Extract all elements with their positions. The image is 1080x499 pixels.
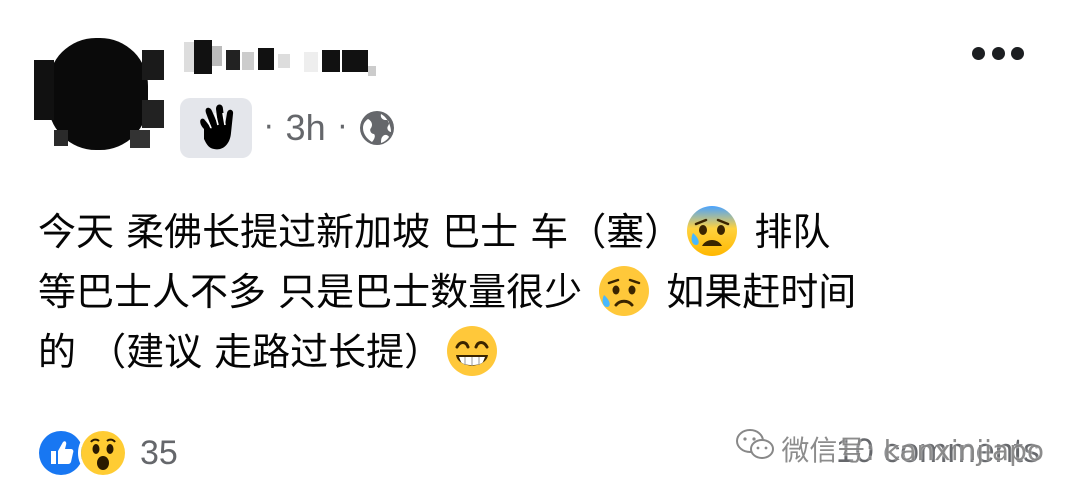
waving-hand-icon[interactable]: [180, 98, 252, 158]
post-text-segment: 的 （建议 走路过长提）: [38, 330, 443, 374]
watermark-text: 微信号: kanxinjiapo: [781, 433, 1044, 467]
sad-relieved-face-icon: [596, 263, 652, 319]
dot-icon: [972, 46, 985, 60]
wechat-icon: [735, 428, 775, 469]
post-text-line-3: 的 （建议 走路过长提）: [38, 322, 1048, 382]
author-name-censored[interactable]: [180, 36, 380, 78]
post-meta: · 3h ·: [180, 98, 395, 158]
post-text-line-1: 今天 柔佛长提过新加坡 巴士 车（塞） 排队: [38, 202, 1048, 262]
more-options-icon[interactable]: [972, 38, 1024, 68]
avatar[interactable]: [34, 30, 164, 158]
reaction-count: 35: [140, 433, 178, 472]
post-text-segment: 今天 柔佛长提过新加坡 巴士 车（塞）: [38, 210, 683, 254]
post-text-segment: 排队: [742, 210, 831, 254]
dot-icon: [991, 46, 1005, 60]
post-text-line-2: 等巴士人不多 只是巴士数量很少 如果赶时间: [38, 262, 1048, 322]
post-text-segment: 等巴士人不多 只是巴士数量很少: [38, 270, 595, 314]
anxious-face-with-sweat-icon: [684, 203, 740, 259]
dot-icon: [1011, 46, 1024, 60]
wow-reaction-icon: [78, 428, 128, 478]
meta-separator: ·: [264, 110, 274, 145]
facebook-post: · 3h · 今天 柔佛长提过新加坡 巴士 车（塞） 排队 等巴士人不多 只是巴…: [0, 0, 1080, 499]
meta-separator: ·: [337, 110, 348, 145]
grinning-face-with-smiling-eyes-icon: [444, 323, 500, 379]
watermark: 微信号: kanxinjiapo: [735, 428, 1044, 469]
reaction-summary[interactable]: 35: [36, 428, 178, 478]
post-text-segment: 如果赶时间: [654, 270, 857, 314]
post-timestamp[interactable]: 3h: [286, 110, 326, 146]
post-body: 今天 柔佛长提过新加坡 巴士 车（塞） 排队 等巴士人不多 只是巴士数量很少 如…: [38, 202, 1048, 382]
globe-icon[interactable]: [359, 110, 395, 146]
